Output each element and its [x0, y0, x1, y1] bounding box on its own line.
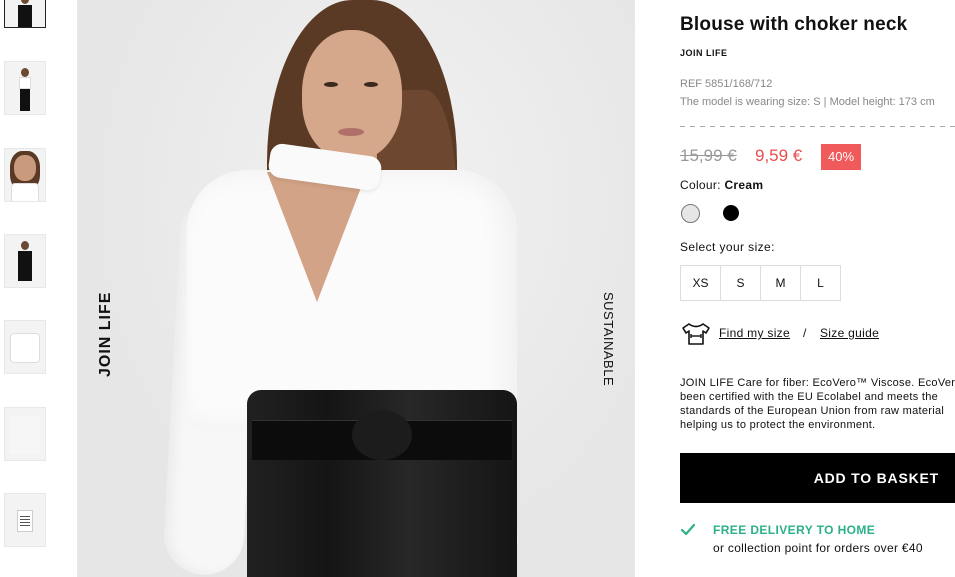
thumb-figure [18, 251, 32, 281]
size-option-l[interactable]: L [800, 265, 841, 301]
model-eye [324, 82, 338, 87]
blouse-neckline [267, 172, 367, 302]
thumb-figure [10, 416, 40, 454]
thumbnail-5[interactable] [4, 320, 46, 374]
colour-swatch-black[interactable] [723, 205, 739, 221]
main-product-image[interactable]: JOIN LIFE SUSTAINABLE [77, 0, 635, 577]
care-line: JOIN LIFE Care for fiber: EcoVero™ Visco… [680, 377, 955, 389]
thumbnail-strip [0, 0, 60, 577]
colour-swatch-cream[interactable] [681, 204, 700, 223]
link-separator: / [803, 326, 807, 340]
care-description: JOIN LIFE Care for fiber: EcoVero™ Visco… [680, 376, 955, 432]
size-selector: XS S M L [680, 265, 841, 301]
care-line: been certified with the EU Ecolabel and … [680, 391, 939, 403]
thumbnail-7[interactable] [4, 493, 46, 547]
sustainable-vertical: SUSTAINABLE [599, 290, 619, 390]
find-my-size-link[interactable]: Find my size [719, 326, 790, 340]
thumb-figure [21, 68, 29, 77]
colour-label-text: Colour: [680, 178, 721, 192]
care-line: helping us to protect the environment. [680, 419, 876, 431]
select-size-label: Select your size: [680, 240, 775, 254]
thumb-figure [10, 333, 40, 363]
thumb-figure [19, 77, 31, 89]
sale-price: 9,59 € [755, 146, 803, 165]
old-price: 15,99 € [680, 146, 737, 165]
product-ref: REF 5851/168/712 [680, 78, 773, 90]
size-guide-link[interactable]: Size guide [820, 326, 879, 340]
model-eye [364, 82, 378, 87]
thumbnail-6[interactable] [4, 407, 46, 461]
thumbnail-4[interactable] [4, 234, 46, 288]
tshirt-measure-icon [682, 323, 710, 345]
model-info: The model is wearing size: S | Model hei… [680, 96, 935, 108]
thumb-figure [21, 241, 29, 250]
product-title: Blouse with choker neck [680, 14, 908, 35]
thumb-figure [14, 155, 36, 181]
brand-tag: JOIN LIFE [680, 48, 728, 58]
colour-value: Cream [724, 178, 764, 192]
size-option-xs[interactable]: XS [680, 265, 721, 301]
dashed-divider [680, 126, 955, 127]
thumb-figure [20, 89, 30, 111]
free-delivery-title: FREE DELIVERY TO HOME [713, 523, 876, 537]
discount-badge: 40% [821, 144, 861, 170]
care-line: standards of the European Union from raw… [680, 405, 945, 417]
thumb-figure [20, 516, 30, 526]
free-delivery-subtitle: or collection point for orders over €40 [713, 541, 923, 555]
size-option-s[interactable]: S [720, 265, 761, 301]
thumb-figure [18, 5, 32, 27]
sustainable-text: SUSTAINABLE [601, 292, 616, 387]
join-life-vertical: JOIN LIFE [85, 252, 145, 402]
thumb-figure [21, 0, 29, 4]
thumbnail-2[interactable] [4, 61, 46, 115]
size-option-m[interactable]: M [760, 265, 801, 301]
thumbnail-1[interactable] [4, 0, 46, 28]
product-info-panel: Blouse with choker neck JOIN LIFE REF 58… [680, 0, 955, 577]
skirt-bow [352, 410, 412, 460]
thumb-figure [11, 183, 39, 201]
model-lips [338, 128, 364, 136]
add-to-basket-button[interactable]: ADD TO BASKET [680, 453, 955, 503]
check-icon [680, 523, 696, 536]
model-face [302, 30, 402, 160]
thumbnail-3[interactable] [4, 148, 46, 202]
fit-links: Find my size / Size guide [680, 320, 955, 348]
colour-label: Colour: Cream [680, 178, 763, 192]
join-life-text: JOIN LIFE [97, 291, 114, 377]
